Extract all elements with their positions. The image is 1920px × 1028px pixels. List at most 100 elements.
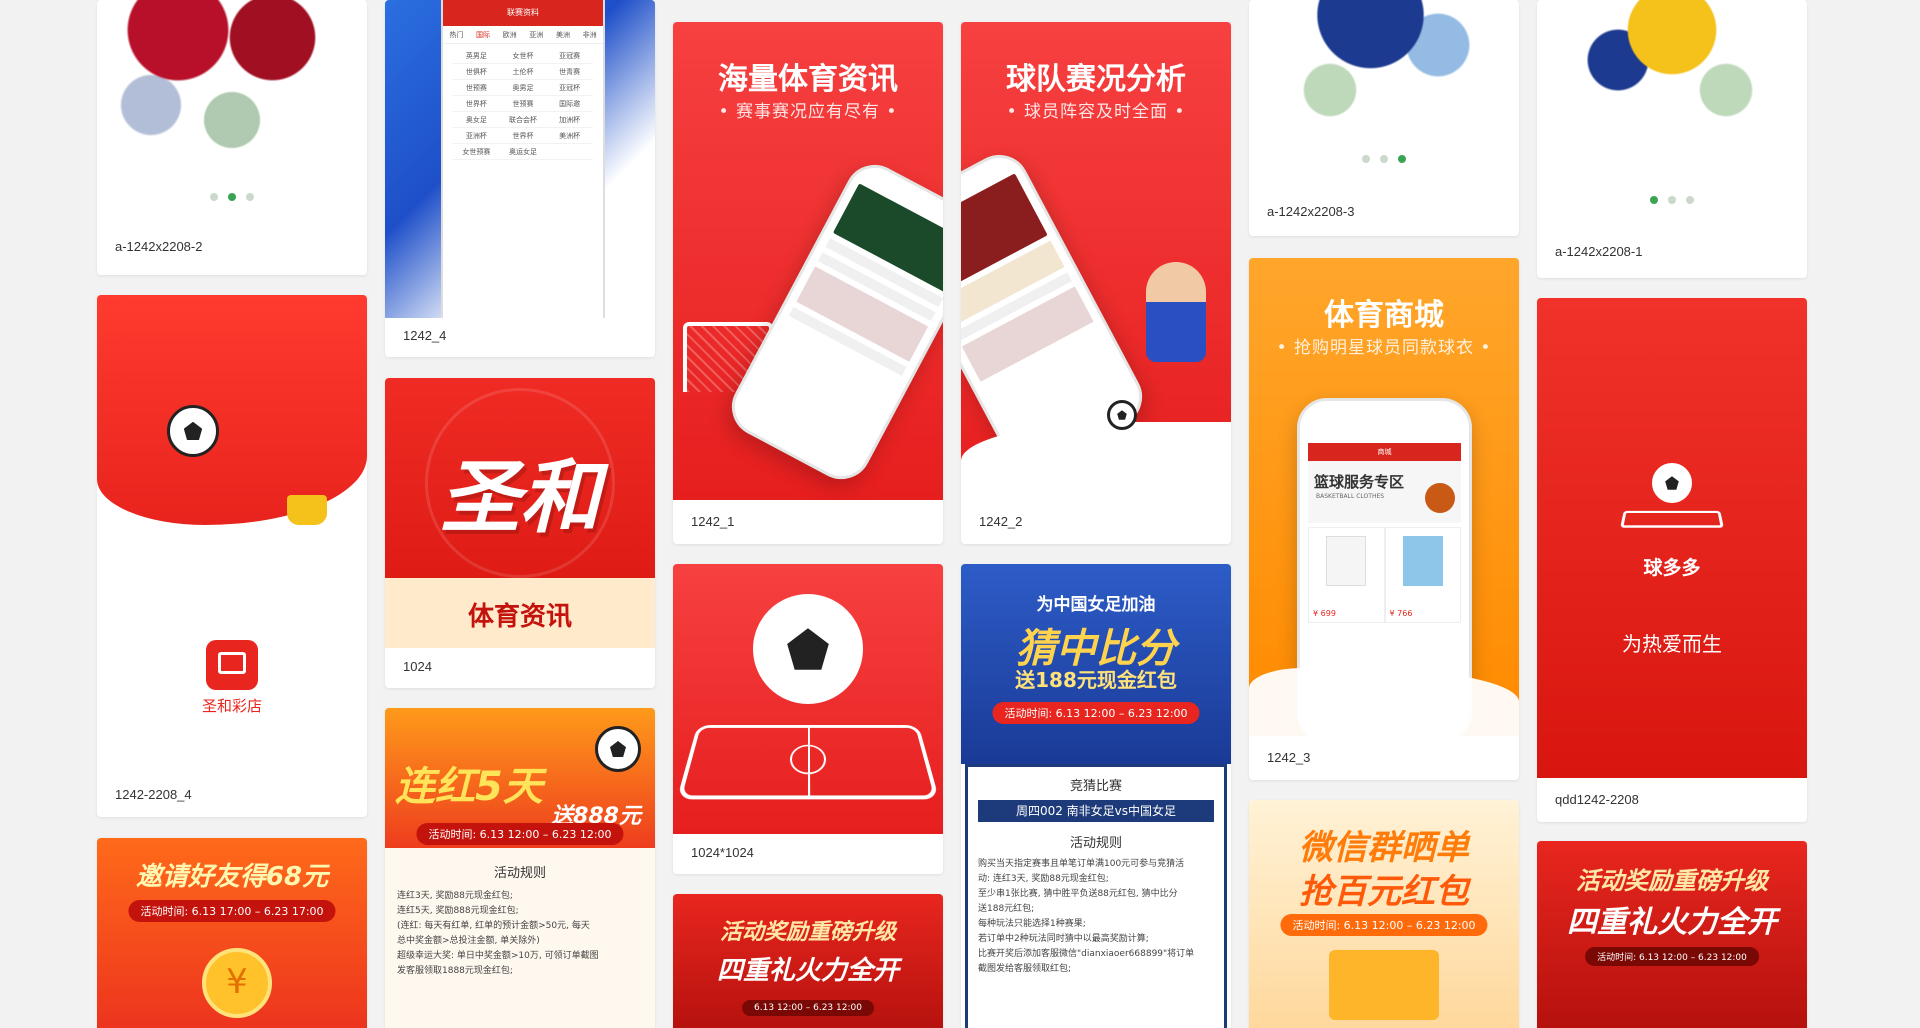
- gift-box-icon: [1329, 950, 1439, 1020]
- rule-item: 连红5天, 奖励888元现金红包;: [397, 906, 519, 916]
- brand-icon-1024: 圣和 体育资讯: [385, 378, 655, 648]
- rule-item: (连红: 每天有红单, 红单的预计金额>50元, 每天: [397, 921, 590, 931]
- screenshot-card[interactable]: a-1242x2208-1: [1537, 0, 1807, 278]
- screenshot-card[interactable]: 圣和彩店 1242-2208_4: [97, 295, 367, 817]
- rule-item: 动: 连红3天, 奖励88元现金红包;: [978, 874, 1109, 884]
- rule-item: 截图发给客服领取红包;: [978, 964, 1072, 974]
- table-row[interactable]: 女世预赛 奥运女足: [453, 144, 593, 160]
- activity-time: 活动时间: 6.13 12:00 – 6.23 12:00: [416, 823, 624, 845]
- screen-title: 球队赛况分析: [1006, 62, 1186, 97]
- card-caption: 1024: [403, 659, 432, 674]
- screenshot-card[interactable]: 为中国女足加油 猜中比分 送188元现金红包 活动时间: 6.13 12:00 …: [961, 564, 1231, 1028]
- sports-mall-screen: 体育商城 • 抢购明星球员同款球衣 • 商城 篮球服务专区 BASKETBALL…: [1249, 258, 1519, 736]
- screenshot-card[interactable]: 连红5天 送888元 活动时间: 6.13 12:00 – 6.23 12:00…: [385, 708, 655, 1028]
- banner-title: 邀请好友得68元: [135, 862, 329, 892]
- table-row[interactable]: 亚洲杯 世界杯 美洲杯: [453, 128, 593, 144]
- league-table: 英男足 女世杯 亚冠赛 世俱杯 土伦杯 世青赛 世预赛 奥男足 亚冠杯 世界杯 世预赛 国际邀 奥女足联…: [443, 44, 603, 164]
- football-icon: [595, 726, 641, 772]
- app-slogan: 为热爱而生: [1622, 632, 1722, 656]
- table-cell: 世青赛: [559, 68, 581, 76]
- screenshot-card[interactable]: 活动奖励重磅升级 四重礼火力全开 活动时间: 6.13 12:00 – 6.23…: [1537, 841, 1807, 1028]
- red-wave-background: [97, 295, 367, 525]
- table-row[interactable]: 世预赛 奥男足 亚冠杯: [453, 80, 593, 96]
- football-icon: [1652, 463, 1692, 503]
- table-cell: 女世杯: [512, 52, 534, 60]
- app-name: 球多多: [1643, 557, 1701, 579]
- card-caption: qdd1242-2208: [1555, 792, 1639, 807]
- banner-title-line1: 活动奖励重磅升级: [1576, 867, 1768, 895]
- table-row[interactable]: 英男足 女世杯 亚冠赛: [453, 48, 593, 64]
- banner-title-line1: 为中国女足加油: [1036, 595, 1156, 615]
- league-tab[interactable]: 国际: [476, 26, 490, 43]
- league-tab[interactable]: 非洲: [583, 26, 597, 43]
- player-mascot: [1146, 262, 1206, 362]
- rules-panel: 活动规则 连红3天, 奖励88元现金红包; 连红5天, 奖励888元现金红包; (连…: [385, 848, 655, 1028]
- zone-subtitle: BASKETBALL CLOTHES: [1316, 493, 1385, 500]
- rule-item: 比赛开奖后添加客服微信"dianxiaoer668899"将订单: [978, 949, 1195, 959]
- table-row[interactable]: 世俱杯 土伦杯 世青赛: [453, 64, 593, 80]
- rules-title: 活动规则: [493, 866, 546, 881]
- table-cell: 国际邀: [559, 100, 581, 108]
- card-caption: a-1242x2208-2: [115, 239, 203, 254]
- rules-panel: 竞猜比赛 周四002 南非女足vs中国女足 活动规则 购买当天指定赛事且单笔订单…: [965, 764, 1227, 1028]
- screenshot-card[interactable]: 微信群晒单 抢百元红包 活动时间: 6.13 12:00 – 6.23 12:0…: [1249, 800, 1519, 1028]
- pagination-dots: [1249, 155, 1519, 163]
- match-bar: 周四002 南非女足vs中国女足: [978, 800, 1214, 822]
- league-tab[interactable]: 热门: [449, 26, 463, 43]
- screenshot-card[interactable]: 球多多 为热爱而生 qdd1242-2208: [1537, 298, 1807, 822]
- screenshot-card[interactable]: 邀请好友得68元 活动时间: 6.13 17:00 – 6.23 17:00 ¥: [97, 838, 367, 1028]
- screenshot-card[interactable]: a-1242x2208-3: [1249, 0, 1519, 236]
- screen-subtitle: • 赛事赛况应有尽有 •: [718, 102, 898, 122]
- football-icon: [1107, 400, 1137, 430]
- league-tab[interactable]: 亚洲: [529, 26, 543, 43]
- pitch-icon: [676, 725, 940, 800]
- banner-title-line2: 四重礼火力全开: [1567, 905, 1777, 940]
- screenshot-card[interactable]: 体育商城 • 抢购明星球员同款球衣 • 商城 篮球服务专区 BASKETBALL…: [1249, 258, 1519, 780]
- screenshot-card[interactable]: 海量体育资讯 • 赛事赛况应有尽有 • 1242_1: [673, 22, 943, 544]
- player-splash-image: [1249, 0, 1519, 190]
- table-cell: 世预赛: [465, 84, 487, 92]
- table-cell: 美洲杯: [559, 132, 581, 140]
- table-cell: 世预赛: [512, 100, 534, 108]
- table-row[interactable]: 世界杯 世预赛 国际邀: [453, 96, 593, 112]
- screenshot-card[interactable]: 活动奖励重磅升级 四重礼火力全开 6.13 12:00 – 6.23 12:00: [673, 894, 943, 1028]
- table-cell: 亚冠杯: [559, 84, 581, 92]
- team-analysis-screen: 球队赛况分析 • 球员阵容及时全面 •: [961, 22, 1231, 500]
- rule-item: 购买当天指定赛事且单笔订单满100元可参与竞猜活: [978, 859, 1185, 869]
- card-caption: 1242_3: [1267, 750, 1311, 765]
- screen-title: 体育商城: [1324, 298, 1444, 333]
- phone-mockup: 联赛资料 热门 国际 欧洲 亚洲 美洲 非洲 英男足 女世杯 亚冠赛 世俱杯 土伦杯 世青赛 世预赛奥…: [441, 0, 605, 318]
- product-card: ¥ 699: [1308, 527, 1385, 623]
- banner-title-line2: 四重礼火力全开: [716, 956, 899, 986]
- rules-title: 活动规则: [1069, 836, 1122, 851]
- screenshot-card[interactable]: 联赛资料 热门 国际 欧洲 亚洲 美洲 非洲 英男足 女世杯 亚冠赛 世俱杯 土伦杯 世青赛 世预赛奥…: [385, 0, 655, 357]
- reward-upgrade-banner: 活动奖励重磅升级 四重礼火力全开 活动时间: 6.13 12:00 – 6.23…: [1537, 841, 1807, 1028]
- card-caption: 1242_2: [979, 514, 1023, 529]
- table-cell: 女世预赛: [462, 148, 491, 156]
- screenshot-card[interactable]: 球队赛况分析 • 球员阵容及时全面 • 1242_2: [961, 22, 1231, 544]
- match-section-title: 竞猜比赛: [1069, 779, 1122, 794]
- screenshot-card[interactable]: a-1242x2208-2: [97, 0, 367, 275]
- banner-title-line3: 送188元现金红包: [1015, 668, 1177, 692]
- table-row[interactable]: 奥女足 联合会杯 加洲杯: [453, 112, 593, 128]
- banner-title-line1: 微信群晒单: [1299, 828, 1469, 868]
- screenshot-card[interactable]: 1024*1024: [673, 564, 943, 874]
- white-wave: [1249, 668, 1519, 736]
- league-tab[interactable]: 美洲: [556, 26, 570, 43]
- table-cell: 联合会杯: [508, 116, 537, 124]
- screen-subtitle: • 球员阵容及时全面 •: [1006, 102, 1186, 122]
- activity-time: 活动时间: 6.13 12:00 – 6.23 12:00: [992, 702, 1200, 724]
- rule-item: 送188元红包;: [978, 904, 1035, 914]
- table-cell: [547, 144, 593, 159]
- activity-time: 活动时间: 6.13 17:00 – 6.23 17:00: [128, 900, 336, 922]
- screenshot-card[interactable]: 圣和 体育资讯 1024: [385, 378, 655, 688]
- rules-list: 连红3天, 奖励88元现金红包; 连红5天, 奖励888元现金红包; (连红: 每天…: [397, 889, 643, 979]
- rule-item: 发客服领取1888元现金红包;: [397, 966, 513, 976]
- splash-screen-image: 圣和彩店: [97, 295, 367, 773]
- table-cell: 亚洲杯: [465, 132, 487, 140]
- league-tab[interactable]: 欧洲: [503, 26, 517, 43]
- league-data-screen: 联赛资料 热门 国际 欧洲 亚洲 美洲 非洲 英男足 女世杯 亚冠赛 世俱杯 土伦杯 世青赛 世预赛奥…: [385, 0, 655, 318]
- card-caption: a-1242x2208-1: [1555, 244, 1643, 259]
- table-cell: 世俱杯: [465, 68, 487, 76]
- player-splash-image: [97, 0, 367, 230]
